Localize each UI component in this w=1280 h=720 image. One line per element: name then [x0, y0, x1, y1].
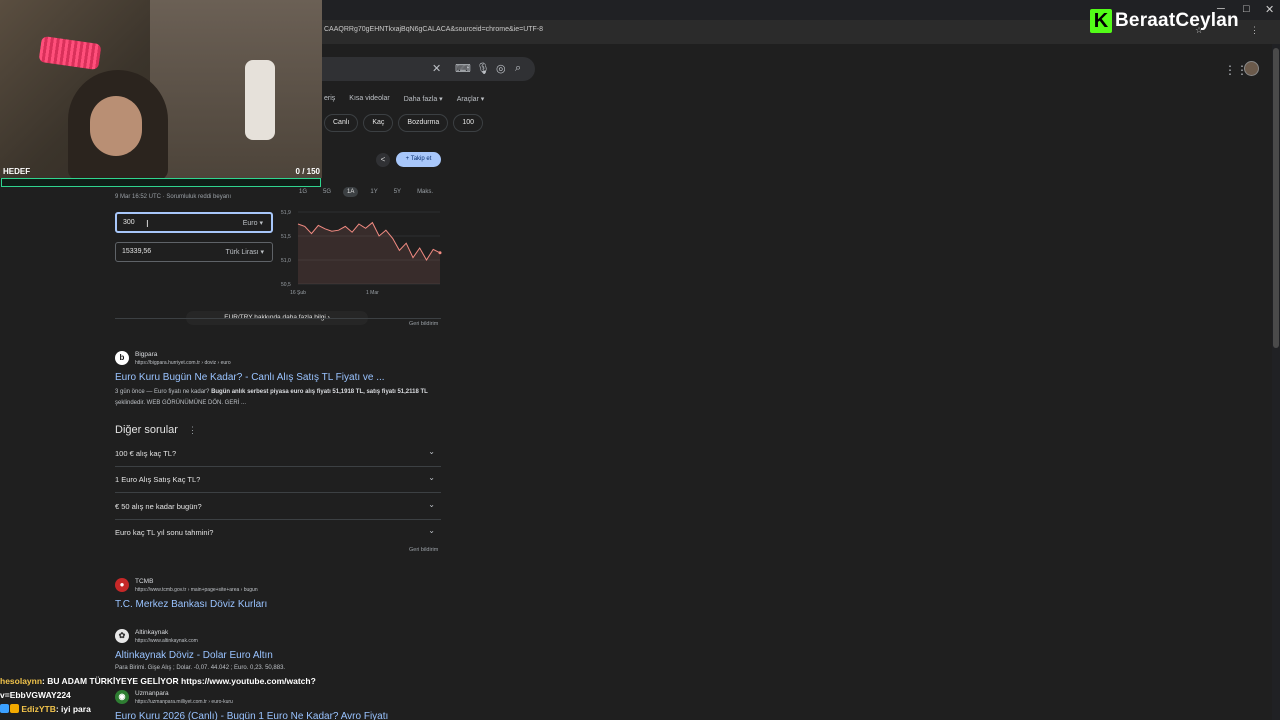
paa-question[interactable]: € 50 alış ne kadar bugün? ⌄	[115, 494, 441, 520]
page-scrollbar[interactable]	[1272, 44, 1280, 720]
y-tick-label: 51,9	[281, 210, 291, 216]
avatar[interactable]	[1244, 61, 1259, 76]
badge-icon	[0, 704, 9, 713]
clear-icon[interactable]: ✕	[432, 62, 441, 75]
range-1m[interactable]: 1A	[343, 187, 359, 197]
tab-shopping[interactable]: eriş	[324, 95, 335, 103]
goal-label: HEDEF	[3, 167, 31, 176]
feedback-link[interactable]: Geri bildirim	[409, 547, 438, 553]
result-snippet: Para Birimi. Gişe Alış ; Dolar. -0,07. 4…	[115, 665, 286, 671]
streamer-name: BeraatCeylan	[1115, 10, 1239, 31]
webcam-overlay	[0, 0, 322, 178]
chart-area	[298, 222, 440, 284]
search-input[interactable]: ✕ ⌨ 🎙 ◎ ⌕	[300, 57, 535, 81]
rate-chart: 51,9 51,5 51,0 50,5 16 Şub 1 Mar	[281, 210, 442, 296]
search-tabs: eriş Kısa videolar Daha fazla ▾ Araçlar …	[324, 95, 484, 103]
to-amount-input[interactable]: 15339,56 Türk Lirası ▾	[115, 242, 273, 262]
more-options-icon[interactable]: ⋮	[188, 425, 197, 436]
chip-kac[interactable]: Kaç	[363, 114, 394, 132]
chevron-down-icon: ⌄	[428, 473, 435, 482]
chevron-down-icon: ⌄	[428, 500, 435, 509]
from-currency-select[interactable]: Euro ▾	[243, 219, 263, 227]
range-1d[interactable]: 1G	[295, 187, 311, 197]
chat-message: EdizYTB: iyi para	[0, 702, 340, 716]
y-tick-label: 51,5	[281, 234, 291, 240]
result-site-name: Altinkaynak	[135, 629, 169, 636]
lens-icon[interactable]: ◎	[496, 62, 506, 75]
search-icon[interactable]: ⌕	[515, 62, 521, 75]
stream-chat: hesolaynn: BU ADAM TÜRKİYEYE GELİYOR htt…	[0, 674, 340, 716]
tab-short-videos[interactable]: Kısa videolar	[349, 95, 389, 103]
chat-message: hesolaynn: BU ADAM TÜRKİYEYE GELİYOR htt…	[0, 674, 340, 702]
chip-bozdurma[interactable]: Bozdurma	[398, 114, 449, 132]
streamer-brand: K BeraatCeylan	[1090, 9, 1239, 33]
rate-timestamp: 9 Mar 16:52 UTC · Sorumluluk reddi beyan…	[115, 194, 232, 200]
y-tick-label: 51,0	[281, 258, 291, 264]
streamer-face	[90, 96, 142, 156]
chip-canli[interactable]: Canlı	[324, 114, 359, 132]
paa-title: Diğer sorular	[115, 424, 178, 436]
paa-question[interactable]: 100 € alış kaç TL? ⌄	[115, 441, 441, 467]
from-amount-input[interactable]: 300 Euro ▾	[115, 212, 273, 233]
chat-username: hesolaynn	[0, 676, 43, 686]
goal-progress-track	[1, 178, 321, 187]
result-title[interactable]: T.C. Merkez Bankası Döviz Kurları	[115, 599, 267, 610]
result-site-name: Bigpara	[135, 351, 158, 358]
chip-100[interactable]: 100	[453, 114, 483, 132]
goal-count: 0 / 150	[295, 167, 320, 176]
keyboard-icon[interactable]: ⌨	[455, 62, 471, 75]
scroll-thumb[interactable]	[1273, 48, 1279, 348]
menu-dots-icon[interactable]: ⋮	[1250, 25, 1259, 36]
chart-endpoint	[438, 251, 442, 255]
paa-question[interactable]: 1 Euro Alış Satış Kaç TL? ⌄	[115, 467, 441, 493]
kick-logo-icon: K	[1090, 9, 1112, 33]
paa-question[interactable]: Euro kaç TL yıl sonu tahmini? ⌄	[115, 520, 441, 546]
to-amount-value[interactable]: 15339,56	[122, 248, 151, 255]
result-title[interactable]: Altinkaynak Döviz - Dolar Euro Altın	[115, 650, 273, 661]
webcam-figurine	[245, 60, 275, 140]
result-url[interactable]: https://www.altinkaynak.com	[135, 638, 198, 644]
divider	[115, 318, 441, 319]
refinement-chips: Canlı Kaç Bozdurma 100	[324, 114, 483, 132]
url-text[interactable]: CAAQRRg70gEHNTkxajBqN6gCALACA&sourceid=c…	[324, 26, 543, 33]
chat-username: EdizYTB	[21, 704, 56, 714]
webcam-background	[150, 0, 322, 178]
result-url[interactable]: https://bigpara.hurriyet.com.tr › doviz …	[135, 360, 231, 366]
feedback-link[interactable]: Geri bildirim	[409, 321, 438, 327]
range-5d[interactable]: 5G	[319, 187, 335, 197]
result-site-name: TCMB	[135, 578, 154, 585]
y-tick-label: 50,5	[281, 282, 291, 288]
chevron-down-icon: ⌄	[428, 526, 435, 535]
chat-text: : iyi para	[55, 704, 91, 714]
result-title[interactable]: Euro Kuru Bugün Ne Kadar? - Canlı Alış S…	[115, 372, 385, 383]
tab-tools[interactable]: Araçlar ▾	[457, 95, 485, 103]
microphone-light	[38, 35, 102, 71]
goal-bar: HEDEF 0 / 150	[0, 167, 322, 189]
tab-more[interactable]: Daha fazla ▾	[404, 95, 443, 103]
x-tick-label: 1 Mar	[366, 290, 379, 296]
from-amount-value[interactable]: 300	[123, 219, 135, 226]
x-tick-label: 16 Şub	[290, 290, 306, 296]
result-snippet: 3 gün önce — Euro fiyatı ne kadar? Bugün…	[115, 389, 428, 406]
microphone-icon[interactable]: 🎙	[476, 62, 490, 75]
follow-button[interactable]: + Takip et	[396, 152, 441, 167]
range-5y[interactable]: 5Y	[390, 187, 405, 197]
chat-text: : BU ADAM TÜRKİYEYE GELİYOR https://www.…	[0, 676, 316, 700]
close-window-button[interactable]: ✕	[1265, 3, 1274, 16]
maximize-button[interactable]: □	[1243, 3, 1250, 15]
text-cursor-icon: I	[146, 219, 149, 230]
tcmb-icon: ●	[115, 578, 129, 592]
badge-icon	[10, 704, 19, 713]
range-max[interactable]: Maks.	[413, 187, 437, 197]
bigpara-icon: b	[115, 351, 129, 365]
share-icon[interactable]: <	[376, 153, 390, 167]
to-currency-select[interactable]: Türk Lirası ▾	[225, 248, 264, 256]
range-tabs: 1G 5G 1A 1Y 5Y Maks.	[295, 187, 437, 197]
result-url[interactable]: https://www.tcmb.gov.tr › main+page+site…	[135, 587, 258, 593]
chevron-down-icon: ⌄	[428, 447, 435, 456]
altinkaynak-icon: ✿	[115, 629, 129, 643]
range-1y[interactable]: 1Y	[366, 187, 381, 197]
